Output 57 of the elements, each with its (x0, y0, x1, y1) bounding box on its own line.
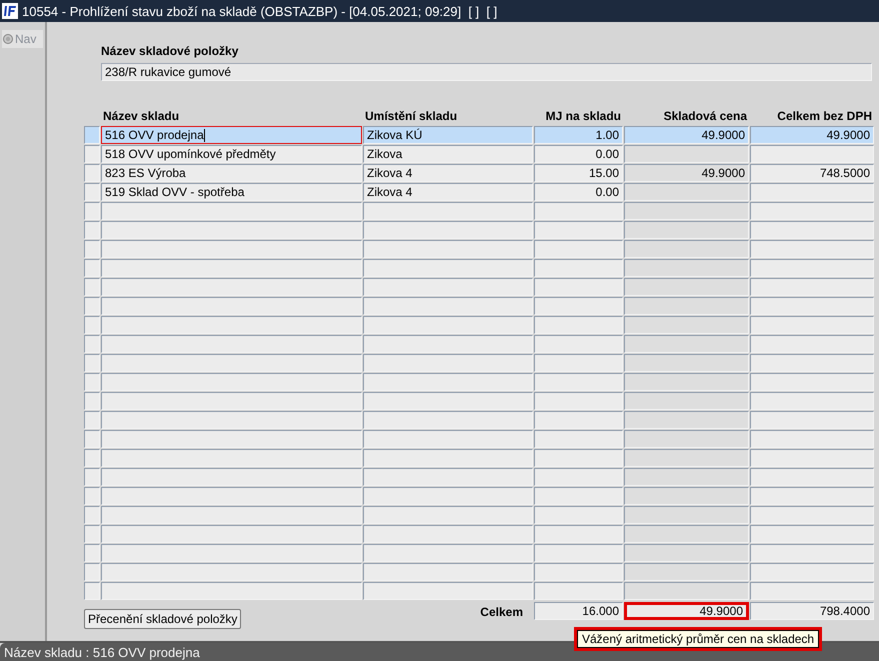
row-selector[interactable] (84, 183, 100, 201)
row-selector[interactable] (84, 468, 100, 486)
table-cell: 0.00 (534, 145, 623, 163)
row-selector[interactable] (84, 354, 100, 372)
row-selector[interactable] (84, 145, 100, 163)
column-header: Celkem bez DPH (776, 109, 873, 123)
table-cell: 49.9000 (624, 164, 749, 182)
row-selector[interactable] (84, 449, 100, 467)
row-selector[interactable] (84, 392, 100, 410)
table-cell: Zikova KÚ (363, 126, 533, 144)
row-selector[interactable] (84, 316, 100, 334)
row-selector[interactable] (84, 544, 100, 562)
row-selector[interactable] (84, 487, 100, 505)
total-cell: 16.000 (534, 602, 623, 620)
table-cell: 516 OVV prodejna (101, 126, 362, 144)
table-cell: 49.9000 (750, 126, 874, 144)
row-selector[interactable] (84, 297, 100, 315)
row-selector[interactable] (84, 411, 100, 429)
table-cell: Zikova 4 (363, 164, 533, 182)
table-cell: Zikova 4 (363, 183, 533, 201)
row-selector[interactable] (84, 126, 100, 144)
row-selector[interactable] (84, 335, 100, 353)
total-cell: 798.4000 (750, 602, 874, 620)
row-selector[interactable] (84, 506, 100, 524)
column-header: Skladová cena (662, 109, 748, 123)
table-cell: 823 ES Výroba (101, 164, 362, 182)
reprice-button[interactable]: Přecenění skladové položky (84, 609, 242, 629)
column-header: MJ na skladu (544, 109, 622, 123)
window-title: 10554 - Prohlížení stavu zboží na skladě (OBSTAZBP) - [04.05.2021; 09:29] [ ] [ ] (22, 4, 498, 18)
totals-label: Celkem (479, 604, 524, 619)
table-cell: 748.5000 (750, 164, 874, 182)
row-selector[interactable] (84, 430, 100, 448)
field-label: Název skladové položky (101, 44, 240, 58)
row-selector[interactable] (84, 259, 100, 277)
item-name-field[interactable]: 238/R rukavice gumové (101, 63, 872, 81)
total-cell: 49.9000 (624, 602, 749, 620)
radio-icon (3, 34, 13, 44)
row-selector[interactable] (84, 373, 100, 391)
row-selector[interactable] (84, 563, 100, 581)
table-cell: 0.00 (534, 183, 623, 201)
table-cell: 49.9000 (624, 126, 749, 144)
row-selector[interactable] (84, 221, 100, 239)
table-cell: 15.00 (534, 164, 623, 182)
row-selector[interactable] (84, 240, 100, 258)
column-header: Název skladu (102, 109, 180, 123)
row-selector[interactable] (84, 202, 100, 220)
table-cell: 519 Sklad OVV - spotřeba (101, 183, 362, 201)
app-logo-icon (2, 3, 18, 19)
table-cell: 1.00 (534, 126, 623, 144)
table-cell: 518 OVV upomínkové předměty (101, 145, 362, 163)
table-cell: Zikova (363, 145, 533, 163)
row-selector[interactable] (84, 164, 100, 182)
row-selector[interactable] (84, 582, 100, 600)
tooltip: Vážený aritmetický průměr cen na skladech (574, 627, 822, 651)
row-selector[interactable] (84, 525, 100, 543)
row-selector[interactable] (84, 278, 100, 296)
column-header: Umístění skladu (364, 109, 458, 123)
